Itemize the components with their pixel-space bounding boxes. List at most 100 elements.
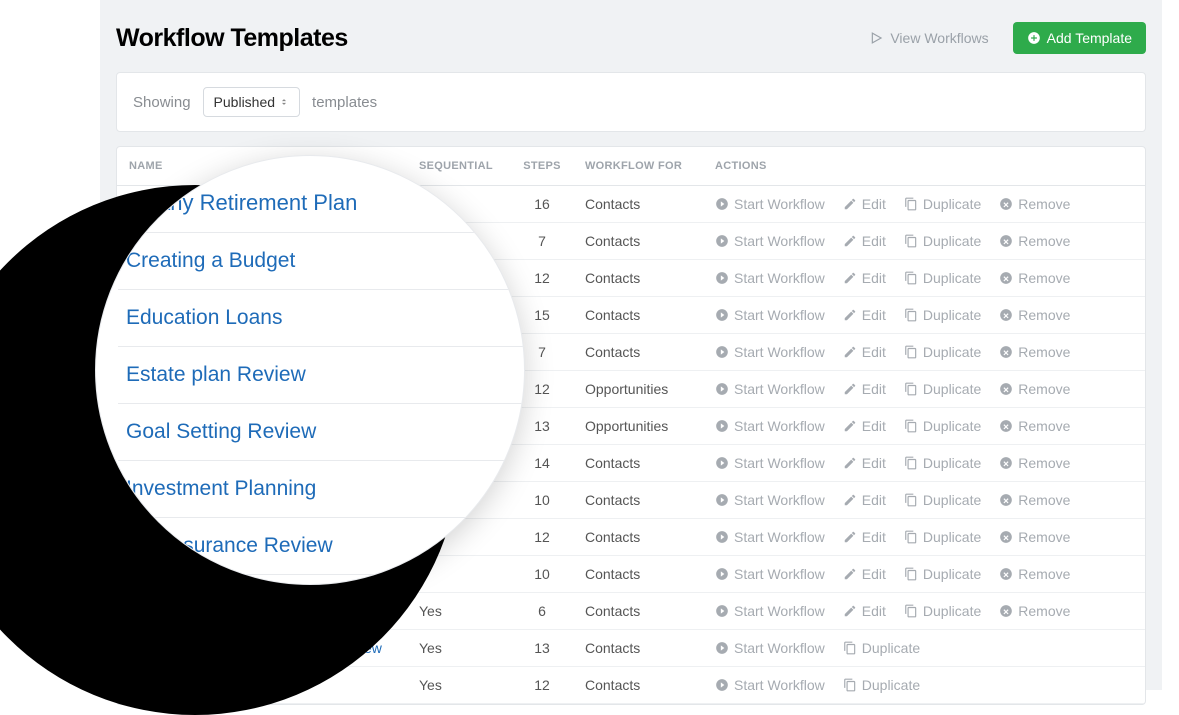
magnified-template-link[interactable]: Investment Planning: [118, 461, 524, 518]
edit-action[interactable]: Edit: [843, 529, 886, 545]
start-workflow-action-icon: [715, 567, 729, 581]
edit-action[interactable]: Edit: [843, 344, 886, 360]
workflow-for-cell: Contacts: [573, 519, 703, 556]
view-workflows-button[interactable]: View Workflows: [856, 22, 1002, 54]
duplicate-action-icon: [904, 567, 918, 581]
duplicate-action-icon: [904, 530, 918, 544]
edit-action-label: Edit: [862, 492, 886, 508]
duplicate-action-label: Duplicate: [923, 344, 981, 360]
duplicate-action[interactable]: Duplicate: [904, 307, 981, 323]
remove-action-icon: [999, 382, 1013, 396]
remove-action[interactable]: Remove: [999, 233, 1070, 249]
start-workflow-action[interactable]: Start Workflow: [715, 381, 825, 397]
duplicate-action[interactable]: Duplicate: [904, 529, 981, 545]
edit-action[interactable]: Edit: [843, 492, 886, 508]
remove-action[interactable]: Remove: [999, 418, 1070, 434]
start-workflow-action[interactable]: Start Workflow: [715, 677, 825, 693]
edit-action-label: Edit: [862, 529, 886, 545]
steps-cell: 7: [511, 223, 573, 260]
duplicate-action[interactable]: Duplicate: [904, 455, 981, 471]
magnified-template-link[interactable]: Education Loans: [118, 290, 524, 347]
remove-action[interactable]: Remove: [999, 196, 1070, 212]
start-workflow-action[interactable]: Start Workflow: [715, 307, 825, 323]
edit-action-icon: [843, 382, 857, 396]
start-workflow-action-icon: [715, 641, 729, 655]
start-workflow-action[interactable]: Start Workflow: [715, 455, 825, 471]
edit-action[interactable]: Edit: [843, 381, 886, 397]
start-workflow-action[interactable]: Start Workflow: [715, 566, 825, 582]
start-workflow-action[interactable]: Start Workflow: [715, 270, 825, 286]
start-workflow-action[interactable]: Start Workflow: [715, 640, 825, 656]
filter-bar: Showing Published templates: [116, 72, 1146, 132]
remove-action[interactable]: Remove: [999, 270, 1070, 286]
edit-action[interactable]: Edit: [843, 603, 886, 619]
duplicate-action[interactable]: Duplicate: [904, 566, 981, 582]
edit-action[interactable]: Edit: [843, 307, 886, 323]
start-workflow-action[interactable]: Start Workflow: [715, 603, 825, 619]
edit-action[interactable]: Edit: [843, 233, 886, 249]
remove-action[interactable]: Remove: [999, 455, 1070, 471]
magnified-template-link[interactable]: Creating a Budget: [118, 233, 524, 290]
magnified-template-link[interactable]: Goal Setting Review: [118, 404, 524, 461]
workflow-for-cell: Contacts: [573, 667, 703, 704]
templates-label: templates: [312, 94, 377, 111]
remove-action[interactable]: Remove: [999, 492, 1070, 508]
start-workflow-action[interactable]: Start Workflow: [715, 196, 825, 212]
duplicate-action[interactable]: Duplicate: [904, 344, 981, 360]
edit-action[interactable]: Edit: [843, 418, 886, 434]
duplicate-action[interactable]: Duplicate: [904, 603, 981, 619]
workflow-for-cell: Contacts: [573, 297, 703, 334]
edit-action[interactable]: Edit: [843, 196, 886, 212]
duplicate-action[interactable]: Duplicate: [904, 233, 981, 249]
col-actions: ACTIONS: [703, 147, 1145, 186]
remove-action[interactable]: Remove: [999, 566, 1070, 582]
steps-cell: 12: [511, 519, 573, 556]
duplicate-action-icon: [843, 641, 857, 655]
duplicate-action[interactable]: Duplicate: [904, 492, 981, 508]
duplicate-action[interactable]: Duplicate: [904, 270, 981, 286]
duplicate-action-icon: [904, 604, 918, 618]
remove-action-icon: [999, 530, 1013, 544]
remove-action[interactable]: Remove: [999, 603, 1070, 619]
duplicate-action[interactable]: Duplicate: [843, 677, 920, 693]
duplicate-action-label: Duplicate: [923, 455, 981, 471]
start-workflow-action[interactable]: Start Workflow: [715, 529, 825, 545]
duplicate-action-label: Duplicate: [923, 233, 981, 249]
duplicate-action-label: Duplicate: [923, 381, 981, 397]
remove-action[interactable]: Remove: [999, 529, 1070, 545]
start-workflow-action[interactable]: Start Workflow: [715, 418, 825, 434]
start-workflow-action-icon: [715, 493, 729, 507]
remove-action[interactable]: Remove: [999, 344, 1070, 360]
edit-action[interactable]: Edit: [843, 566, 886, 582]
play-icon: [870, 31, 884, 45]
remove-action-label: Remove: [1018, 344, 1070, 360]
add-template-button[interactable]: Add Template: [1013, 22, 1146, 54]
duplicate-action[interactable]: Duplicate: [904, 196, 981, 212]
remove-action[interactable]: Remove: [999, 381, 1070, 397]
duplicate-action-label: Duplicate: [862, 640, 920, 656]
remove-action[interactable]: Remove: [999, 307, 1070, 323]
start-workflow-action[interactable]: Start Workflow: [715, 233, 825, 249]
start-workflow-action-icon: [715, 419, 729, 433]
duplicate-action-icon: [904, 271, 918, 285]
edit-action[interactable]: Edit: [843, 270, 886, 286]
start-workflow-action-label: Start Workflow: [734, 492, 825, 508]
workflow-for-cell: Contacts: [573, 593, 703, 630]
magnified-template-link[interactable]: Estate plan Review: [118, 347, 524, 404]
edit-action-icon: [843, 234, 857, 248]
duplicate-action-label: Duplicate: [923, 270, 981, 286]
duplicate-action[interactable]: Duplicate: [904, 418, 981, 434]
duplicate-action-label: Duplicate: [923, 566, 981, 582]
edit-action[interactable]: Edit: [843, 455, 886, 471]
start-workflow-action[interactable]: Start Workflow: [715, 492, 825, 508]
duplicate-action-label: Duplicate: [923, 603, 981, 619]
status-select[interactable]: Published: [203, 87, 301, 117]
duplicate-action[interactable]: Duplicate: [904, 381, 981, 397]
steps-cell: 13: [511, 630, 573, 667]
remove-action-label: Remove: [1018, 307, 1070, 323]
start-workflow-action[interactable]: Start Workflow: [715, 344, 825, 360]
duplicate-action[interactable]: Duplicate: [843, 640, 920, 656]
add-template-label: Add Template: [1047, 30, 1132, 46]
start-workflow-action-icon: [715, 197, 729, 211]
edit-action-label: Edit: [862, 233, 886, 249]
